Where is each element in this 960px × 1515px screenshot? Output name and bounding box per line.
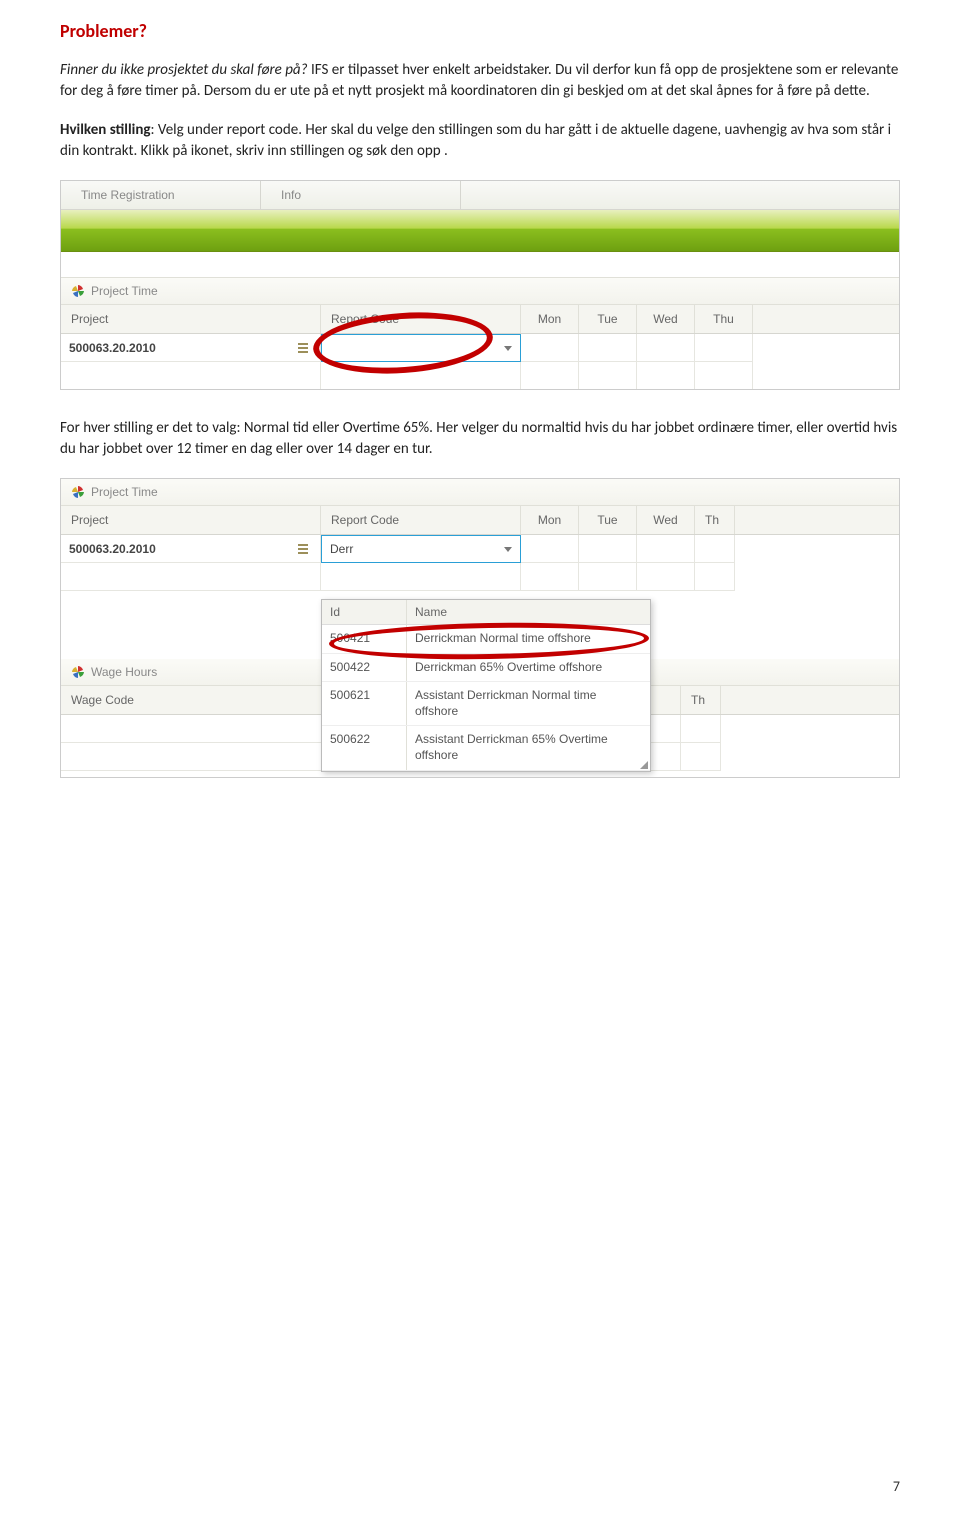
col-mon: Mon <box>521 506 579 534</box>
column-headers: Project Report Code Mon Tue Wed Th <box>61 506 899 535</box>
dropdown-header: Id Name <box>322 600 650 625</box>
paragraph-2: Hvilken stilling: Velg under report code… <box>60 120 900 162</box>
dropdown-col-id: Id <box>322 600 407 624</box>
table-row <box>61 362 899 390</box>
green-banner <box>61 210 899 252</box>
report-code-dropdown[interactable]: Id Name 500421 Derrickman Normal time of… <box>321 599 651 772</box>
col-tue: Tue <box>579 305 637 333</box>
wage-cell-th[interactable] <box>681 743 721 771</box>
col-mon: Mon <box>521 305 579 333</box>
cell-mon[interactable] <box>521 334 579 362</box>
project-cell-empty[interactable] <box>61 362 321 390</box>
table-row: 500063.20.2010 Derr <box>61 535 899 563</box>
cell-wed[interactable] <box>637 334 695 362</box>
spacer-bar <box>61 252 899 278</box>
dropdown-item[interactable]: 500622 Assistant Derrickman 65% Overtime… <box>322 726 650 770</box>
screenshot-project-time-1: Time Registration Info Project Time Proj… <box>60 180 900 390</box>
report-code-input[interactable]: Derr <box>321 535 521 563</box>
dropdown-item-name: Derrickman Normal time offshore <box>407 625 650 653</box>
paragraph-1: Finner du ikke prosjektet du skal føre p… <box>60 60 900 102</box>
dropdown-item[interactable]: 500422 Derrickman 65% Overtime offshore <box>322 654 650 683</box>
dropdown-col-name: Name <box>407 600 650 624</box>
project-value: 500063.20.2010 <box>69 542 156 556</box>
dropdown-item-name: Assistant Derrickman 65% Overtime offsho… <box>407 726 650 769</box>
column-headers: Project Report Code Mon Tue Wed Thu <box>61 305 899 334</box>
col-wed: Wed <box>637 305 695 333</box>
col-th: Th <box>681 686 721 714</box>
pinwheel-icon <box>71 665 85 679</box>
tab-bar: Time Registration Info <box>61 181 899 210</box>
section-title: Project Time <box>91 284 158 298</box>
section-project-time: Project Time <box>61 479 899 506</box>
section-title: Wage Hours <box>91 665 157 679</box>
project-value: 500063.20.2010 <box>69 341 156 355</box>
report-input-value: Derr <box>330 542 353 556</box>
project-cell-empty[interactable] <box>61 563 321 591</box>
table-row <box>61 563 899 591</box>
dropdown-item-id: 500621 <box>322 682 407 725</box>
heading-problemer: Problemer? <box>60 20 900 42</box>
dropdown-item-id: 500421 <box>322 625 407 653</box>
cell-day[interactable] <box>695 563 735 591</box>
report-code-input[interactable] <box>321 334 521 362</box>
col-project: Project <box>61 305 321 333</box>
cell-day[interactable] <box>637 563 695 591</box>
section-title: Project Time <box>91 485 158 499</box>
report-cell-empty[interactable] <box>321 563 521 591</box>
cell-day[interactable] <box>579 362 637 390</box>
col-wed: Wed <box>637 506 695 534</box>
cell-mon[interactable] <box>521 535 579 563</box>
table-row: 500063.20.2010 <box>61 334 899 362</box>
cell-tue[interactable] <box>579 535 637 563</box>
list-icon[interactable] <box>296 541 312 557</box>
chevron-down-icon[interactable] <box>504 547 512 552</box>
project-cell[interactable]: 500063.20.2010 <box>61 334 321 362</box>
page-number: 7 <box>893 1478 900 1495</box>
col-report-code: Report Code <box>321 506 521 534</box>
col-th: Th <box>695 506 735 534</box>
cell-day[interactable] <box>637 362 695 390</box>
dropdown-item[interactable]: 500421 Derrickman Normal time offshore <box>322 625 650 654</box>
cell-th[interactable] <box>695 535 735 563</box>
dropdown-item-id: 500422 <box>322 654 407 682</box>
pinwheel-icon <box>71 284 85 298</box>
wage-cell-th[interactable] <box>681 715 721 743</box>
dropdown-item-name: Assistant Derrickman Normal time offshor… <box>407 682 650 725</box>
para2-body: : Velg under report code. Her skal du ve… <box>60 121 891 160</box>
screenshot-project-time-2: Project Time Project Report Code Mon Tue… <box>60 478 900 778</box>
dropdown-item-name: Derrickman 65% Overtime offshore <box>407 654 650 682</box>
paragraph-3: For hver stilling er det to valg: Normal… <box>60 418 900 460</box>
para1-question: Finner du ikke prosjektet du skal føre p… <box>60 61 308 79</box>
cell-tue[interactable] <box>579 334 637 362</box>
project-cell[interactable]: 500063.20.2010 <box>61 535 321 563</box>
dropdown-item[interactable]: 500621 Assistant Derrickman Normal time … <box>322 682 650 726</box>
tab-time-registration[interactable]: Time Registration <box>61 181 261 209</box>
cell-thu[interactable] <box>695 334 753 362</box>
resize-handle-icon[interactable] <box>638 759 648 769</box>
cell-day[interactable] <box>695 362 753 390</box>
list-icon[interactable] <box>296 340 312 356</box>
cell-day[interactable] <box>579 563 637 591</box>
tab-info[interactable]: Info <box>261 181 461 209</box>
section-project-time: Project Time <box>61 278 899 305</box>
col-project: Project <box>61 506 321 534</box>
cell-day[interactable] <box>521 362 579 390</box>
col-tue: Tue <box>579 506 637 534</box>
chevron-down-icon[interactable] <box>504 346 512 351</box>
dropdown-item-id: 500622 <box>322 726 407 769</box>
report-cell-empty[interactable] <box>321 362 521 390</box>
cell-wed[interactable] <box>637 535 695 563</box>
col-thu: Thu <box>695 305 753 333</box>
cell-day[interactable] <box>521 563 579 591</box>
pinwheel-icon <box>71 485 85 499</box>
col-report-code: Report Code <box>321 305 521 333</box>
para2-bold: Hvilken stilling <box>60 121 151 139</box>
